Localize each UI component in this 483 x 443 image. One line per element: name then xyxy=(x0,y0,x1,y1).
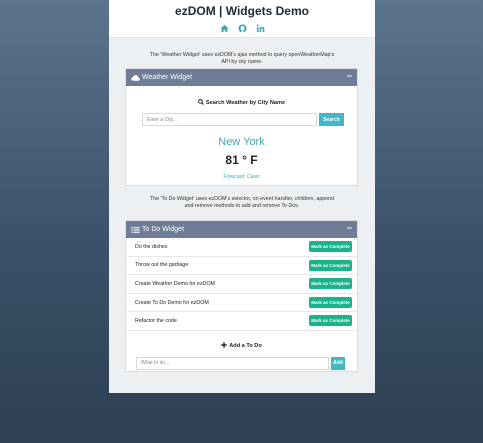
todo-item-text: Create To Do Demo for ezDOM xyxy=(135,299,209,306)
todo-collapse-button[interactable]: − xyxy=(347,224,352,233)
city-search-input[interactable] xyxy=(142,113,317,126)
add-todo-label: Add a To Do xyxy=(229,342,262,349)
weather-search-row: Search xyxy=(142,113,357,126)
todo-item: Throw out the garbage Mark as Complete xyxy=(126,257,357,276)
search-icon xyxy=(198,99,204,107)
temperature: 81 ° F xyxy=(225,153,258,167)
cloud-icon xyxy=(131,74,140,82)
search-button[interactable]: Search xyxy=(319,113,344,126)
mark-complete-button[interactable]: Mark as Complete xyxy=(309,241,352,252)
todo-input[interactable] xyxy=(136,356,329,370)
weather-widget: Weather Widget − Search Weather by City … xyxy=(125,68,358,186)
weather-search-heading: Search Weather by City Name xyxy=(126,99,357,107)
todo-item-text: Refactor the code xyxy=(135,318,177,325)
todo-item: Create Weather Demo for ezDOM Mark as Co… xyxy=(126,275,357,294)
add-todo-button[interactable]: Add xyxy=(331,356,345,370)
weather-search-label: Search Weather by City Name xyxy=(205,100,286,106)
weather-widget-header: Weather Widget − xyxy=(126,69,357,86)
linkedin-icon[interactable] xyxy=(256,20,265,33)
mark-complete-button[interactable]: Mark as Complete xyxy=(309,259,352,271)
todo-widget-title: To Do Widget xyxy=(142,226,185,233)
list-icon xyxy=(131,226,140,234)
add-todo-heading: Add a To Do xyxy=(126,342,357,350)
todo-item-text: Do the dishes xyxy=(135,243,168,250)
social-links xyxy=(109,20,375,33)
github-icon[interactable] xyxy=(237,20,247,33)
todo-item: Do the dishes Mark as Complete xyxy=(126,238,357,257)
mark-complete-button[interactable]: Mark as Complete xyxy=(309,315,352,327)
mark-complete-button[interactable]: Mark as Complete xyxy=(309,278,352,290)
page-title: ezDOM | Widgets Demo xyxy=(175,4,309,18)
todo-widget-header: To Do Widget − xyxy=(126,221,357,238)
todo-item-text: Create Weather Demo for ezDOM xyxy=(135,280,215,287)
todo-intro-text: The 'To Do Widget' uses ezDOM's selector… xyxy=(149,196,335,209)
add-todo-row: Add xyxy=(136,356,357,370)
todo-widget: To Do Widget − Do the dishes Mark as Com… xyxy=(125,220,358,372)
page-header: ezDOM | Widgets Demo xyxy=(109,0,375,38)
home-icon[interactable] xyxy=(219,20,229,33)
forecast: Forecast: Clear xyxy=(223,174,260,180)
mark-complete-button[interactable]: Mark as Complete xyxy=(309,296,352,308)
weather-widget-title: Weather Widget xyxy=(142,74,193,81)
plus-icon xyxy=(221,342,227,350)
page-container: ezDOM | Widgets Demo The 'Weather Widget… xyxy=(109,0,375,393)
todo-item: Create To Do Demo for ezDOM Mark as Comp… xyxy=(126,294,357,313)
weather-intro-text: The 'Weather Widget' uses ezDOM's ajax m… xyxy=(149,52,335,65)
todo-item: Refactor the code Mark as Complete xyxy=(126,312,357,331)
todo-item-text: Throw out the garbage xyxy=(135,262,189,269)
weather-collapse-button[interactable]: − xyxy=(347,72,352,81)
city-name: New York xyxy=(218,136,265,148)
